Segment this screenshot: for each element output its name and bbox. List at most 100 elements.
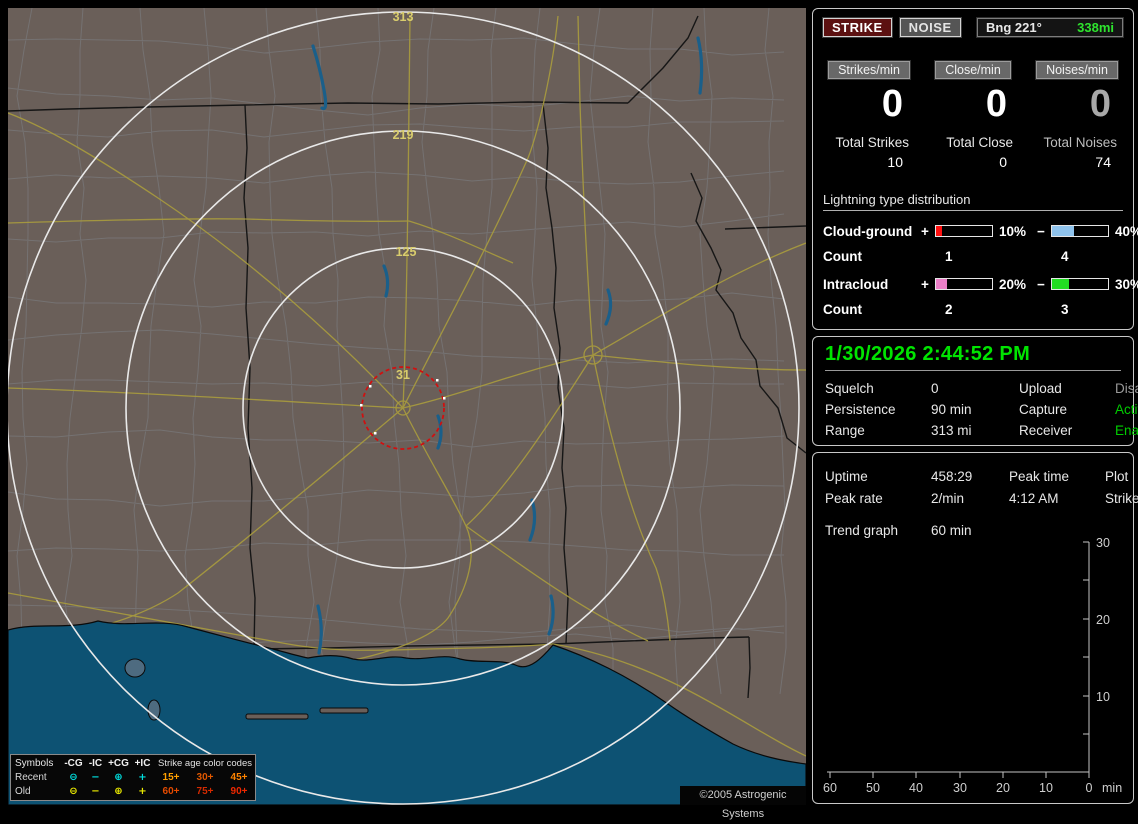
total-strikes-value: 10 <box>887 153 903 170</box>
peak-time-value: 4:12 AM <box>1009 491 1059 506</box>
persistence-label: Persistence <box>825 402 896 417</box>
age-15: 15+ <box>162 772 180 783</box>
cg-negative-count: 4 <box>1061 248 1069 264</box>
age-75: 75+ <box>196 786 214 797</box>
peak-time-label: Peak time <box>1009 469 1070 484</box>
close-per-min-button[interactable]: Close/min <box>935 61 1011 79</box>
uptime-value: 458:29 <box>931 469 973 484</box>
legend-row-recent-label: Recent <box>15 772 47 783</box>
receiver-status: Enabled <box>1115 423 1138 438</box>
recent-pos-ic-icon: + <box>138 772 147 783</box>
status-panel: 1/30/2026 2:44:52 PM Squelch 0 Upload Di… <box>812 336 1138 446</box>
lightning-map: 313 219 125 31 Symbols -CG -IC +CG +IC S… <box>8 8 806 820</box>
receiver-label: Receiver <box>1019 423 1073 438</box>
x-tick-50: 50 <box>866 781 880 795</box>
strike-mode-button[interactable]: STRIKE <box>823 18 892 37</box>
capture-label: Capture <box>1019 402 1068 417</box>
peak-rate-value: 2/min <box>931 491 965 506</box>
map-canvas: 313 219 125 31 <box>8 8 806 805</box>
noise-mode-button[interactable]: NOISE <box>899 18 961 37</box>
total-strikes-label: Total Strikes <box>835 134 909 150</box>
x-tick-20: 20 <box>996 781 1010 795</box>
session-trend-panel: Uptime 458:29 Peak time Plot Peak rate 2… <box>812 452 1138 804</box>
cg-count-label: Count <box>823 248 862 264</box>
legend-col-pos-cg: +CG <box>108 758 129 769</box>
old-neg-cg-icon: ⊖ <box>69 786 78 797</box>
noises-per-min-value: 0 <box>1089 83 1111 125</box>
plot-label: Plot <box>1105 469 1129 484</box>
cg-positive-pct: 10% <box>999 223 1027 239</box>
legend-col-neg-cg: -CG <box>64 758 83 769</box>
ring-label-125: 125 <box>396 245 417 259</box>
strikes-per-min-value: 0 <box>881 83 903 125</box>
strike-counters-panel: STRIKE NOISE Bng 221° 338mi Strikes/min … <box>812 8 1138 330</box>
upload-status: Disabled <box>1115 381 1138 396</box>
ic-positive-bar <box>935 278 993 291</box>
cg-positive-bar <box>935 225 993 238</box>
plus-sign: + <box>921 276 929 292</box>
trend-graph-chart: 30 20 10 60 50 40 30 20 10 0 min <box>823 536 1122 795</box>
ic-negative-pct: 30% <box>1115 276 1138 292</box>
ic-negative-count: 3 <box>1061 301 1069 317</box>
age-90: 90+ <box>230 786 248 797</box>
minus-sign: − <box>1037 276 1045 292</box>
bearing-distance: 338mi <box>1077 20 1114 35</box>
recent-neg-ic-icon: − <box>91 772 100 783</box>
distribution-title: Lightning type distribution <box>823 192 1123 211</box>
x-tick-0: 0 <box>1086 781 1093 795</box>
intracloud-label: Intracloud <box>823 276 889 292</box>
ring-label-219: 219 <box>393 128 414 142</box>
age-45: 45+ <box>230 772 248 783</box>
old-pos-ic-icon: + <box>138 786 147 797</box>
legend-symbols-header: Symbols <box>15 758 54 769</box>
uptime-label: Uptime <box>825 469 868 484</box>
ring-label-313: 313 <box>393 10 414 24</box>
recent-neg-cg-icon: ⊖ <box>69 772 78 783</box>
y-tick-30: 30 <box>1096 536 1110 550</box>
datetime-display: 1/30/2026 2:44:52 PM <box>825 343 1031 365</box>
bearing-readout: Bng 221° 338mi <box>977 18 1123 37</box>
legend-age-header: Strike age color codes <box>158 758 252 769</box>
persistence-value: 90 min <box>931 402 972 417</box>
capture-status: Active <box>1115 402 1138 417</box>
minus-sign: − <box>1037 223 1045 239</box>
peak-rate-label: Peak rate <box>825 491 883 506</box>
divider <box>825 370 1121 371</box>
plot-mode-value: Strike <box>1105 491 1138 506</box>
old-pos-cg-icon: ⊕ <box>114 786 123 797</box>
squelch-label: Squelch <box>825 381 874 396</box>
legend-col-neg-ic: -IC <box>88 758 103 769</box>
squelch-value: 0 <box>931 381 939 396</box>
ic-count-label: Count <box>823 301 862 317</box>
total-close-label: Total Close <box>946 134 1013 150</box>
x-axis-unit: min <box>1102 781 1122 795</box>
cloud-ground-label: Cloud-ground <box>823 223 913 239</box>
x-tick-40: 40 <box>909 781 923 795</box>
plus-sign: + <box>921 223 929 239</box>
upload-label: Upload <box>1019 381 1062 396</box>
cg-negative-bar <box>1051 225 1109 238</box>
recent-pos-cg-icon: ⊕ <box>114 772 123 783</box>
total-noises-label: Total Noises <box>1043 134 1117 150</box>
noises-per-min-button[interactable]: Noises/min <box>1036 61 1118 79</box>
total-close-value: 0 <box>999 153 1007 170</box>
close-per-min-value: 0 <box>985 83 1007 125</box>
x-tick-30: 30 <box>953 781 967 795</box>
old-neg-ic-icon: − <box>91 786 100 797</box>
age-60: 60+ <box>162 786 180 797</box>
y-tick-10: 10 <box>1096 690 1110 704</box>
symbols-legend: Symbols -CG -IC +CG +IC Strike age color… <box>10 754 256 801</box>
cg-negative-pct: 40% <box>1115 223 1138 239</box>
ic-negative-bar <box>1051 278 1109 291</box>
ring-label-31: 31 <box>396 368 410 382</box>
strikes-per-min-button[interactable]: Strikes/min <box>828 61 910 79</box>
y-tick-20: 20 <box>1096 613 1110 627</box>
total-noises-value: 74 <box>1095 153 1111 170</box>
lightning-type-distribution: Lightning type distribution Cloud-ground… <box>823 192 1138 317</box>
copyright-bar: ©2005 Astrogenic Systems <box>680 786 806 820</box>
x-tick-10: 10 <box>1039 781 1053 795</box>
ic-positive-pct: 20% <box>999 276 1027 292</box>
range-value: 313 mi <box>931 423 972 438</box>
bearing-value: Bng 221° <box>986 20 1042 35</box>
legend-col-pos-ic: +IC <box>134 758 151 769</box>
